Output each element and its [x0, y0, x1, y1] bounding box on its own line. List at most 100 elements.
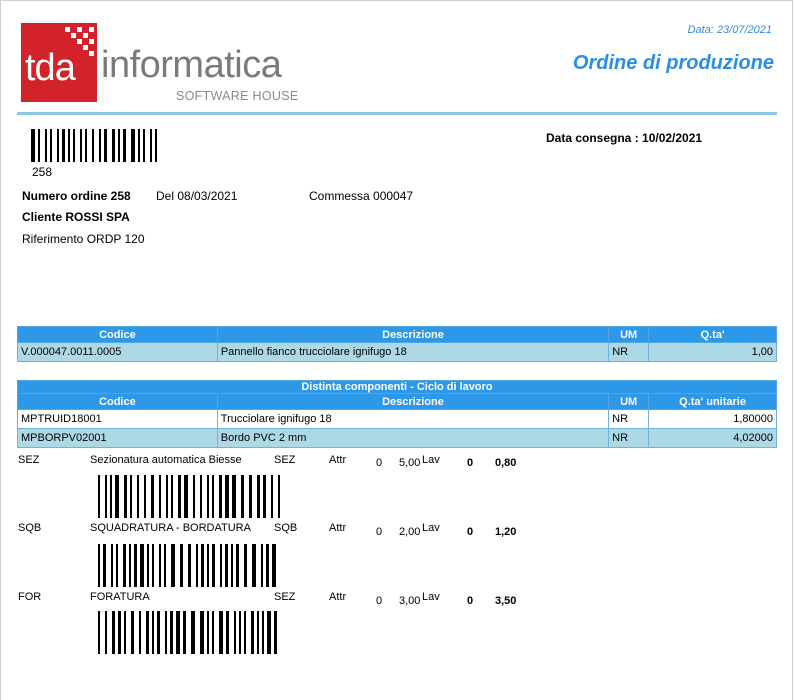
barcode-bar	[38, 129, 40, 162]
barcode-bar	[147, 544, 149, 587]
barcode-bar	[123, 129, 126, 162]
barcode-bar	[143, 129, 145, 162]
barcode-bar	[98, 544, 100, 587]
logo-mark: tda	[25, 47, 76, 89]
cell-qta: 4,02000	[648, 428, 777, 448]
cell-codice: MPTRUID18001	[17, 409, 218, 429]
table-row: MPBORPV02001 Bordo PVC 2 mm NR 4,02000	[17, 428, 777, 448]
barcode-bar	[239, 611, 241, 654]
barcode-bar	[278, 475, 280, 518]
barcode-bar	[170, 611, 173, 654]
barcode-bar	[257, 611, 259, 654]
operation-barcode	[98, 611, 284, 654]
op-time: 2,00	[399, 526, 421, 538]
col-header-codice: Codice	[17, 326, 218, 343]
barcode-bar	[166, 475, 168, 518]
col-header-qta: Q.ta'	[648, 326, 777, 343]
customer: Cliente ROSSI SPA	[22, 210, 130, 224]
header-divider	[17, 112, 777, 115]
barcode-bar	[171, 475, 173, 518]
barcode-bar	[196, 544, 198, 587]
barcode-bar	[118, 611, 121, 654]
barcode-bar	[152, 611, 154, 654]
cell-um: NR	[608, 342, 650, 362]
barcode-bar	[152, 544, 154, 587]
col-header-um: UM	[608, 326, 650, 343]
barcode-bar	[80, 129, 82, 162]
barcode-bar	[130, 475, 132, 518]
op-lav-label: Lav	[422, 522, 440, 534]
barcode-bar	[116, 544, 118, 587]
barcode-bar	[118, 129, 120, 162]
barcode-bar	[111, 544, 113, 587]
barcode-bar	[261, 544, 263, 587]
barcode-bar	[226, 611, 229, 654]
op-description: Sezionatura automatica Biesse	[90, 454, 242, 466]
order-number: Numero ordine 258	[22, 189, 131, 203]
barcode-bar	[139, 611, 141, 654]
barcode-bar	[184, 475, 188, 518]
components-band-title: Distinta componenti - Ciclo di lavoro	[17, 380, 777, 394]
table-row: V.000047.0011.0005 Pannello fianco trucc…	[17, 342, 777, 362]
barcode-bar	[200, 611, 204, 654]
op-code: SQB	[18, 522, 42, 534]
document-title: Ordine di produzione	[572, 52, 774, 74]
barcode-bar	[262, 611, 264, 654]
barcode-bar	[176, 611, 180, 654]
barcode-bar	[212, 611, 214, 654]
barcode-bar	[112, 611, 115, 654]
barcode-bar	[123, 544, 126, 587]
barcode-bar	[124, 475, 127, 518]
product-table-header: Codice Descrizione UM Q.ta'	[17, 326, 777, 343]
barcode-bar	[98, 611, 100, 654]
cell-descrizione: Bordo PVC 2 mm	[216, 428, 610, 448]
barcode-bar	[180, 544, 183, 587]
barcode-bar	[178, 475, 181, 518]
barcode-bar	[155, 129, 157, 162]
barcode-bar	[146, 611, 149, 654]
operation-barcode	[98, 544, 284, 587]
barcode-bar	[112, 129, 115, 162]
barcode-bar	[92, 129, 94, 162]
barcode-bar	[110, 475, 112, 518]
barcode-bar	[219, 475, 222, 518]
op-lav-value: 0	[467, 595, 474, 607]
barcode-bar	[131, 129, 135, 162]
barcode-bar	[212, 475, 214, 518]
barcode-bar	[105, 611, 107, 654]
barcode-bar	[193, 475, 195, 518]
col-header-qta-unitarie: Q.ta' unitarie	[648, 393, 777, 410]
op-description: FORATURA	[90, 591, 150, 603]
barcode-bar	[50, 129, 52, 162]
op-attr-value: 0	[376, 457, 383, 469]
barcode-bar	[244, 611, 246, 654]
cell-codice: V.000047.0011.0005	[17, 342, 218, 362]
barcode-bar	[151, 475, 154, 518]
op-attr-label: Attr	[329, 454, 347, 466]
barcode-bar	[98, 475, 100, 518]
barcode-bar	[220, 544, 222, 587]
barcode-bar	[232, 475, 236, 518]
barcode-bar	[103, 544, 106, 587]
col-header-um: UM	[608, 393, 650, 410]
barcode-bar	[272, 544, 276, 587]
print-date: Data: 23/07/2021	[687, 24, 772, 36]
barcode-bar	[129, 544, 131, 587]
barcode-bar	[115, 475, 119, 518]
cell-descrizione: Pannello fianco trucciolare ignifugo 18	[216, 342, 610, 362]
op-time: 5,00	[399, 457, 421, 469]
logo-tagline: SOFTWARE HOUSE	[176, 89, 299, 103]
cell-codice: MPBORPV02001	[17, 428, 218, 448]
barcode-bar	[271, 475, 273, 518]
op-quantity: 0,80	[495, 457, 517, 469]
barcode-bar	[219, 611, 223, 654]
barcode-bar	[188, 544, 191, 587]
barcode-bar	[241, 475, 244, 518]
barcode-bar	[105, 475, 107, 518]
op-time: 3,00	[399, 595, 421, 607]
barcode-bar	[159, 475, 161, 518]
col-header-descrizione: Descrizione	[216, 326, 610, 343]
barcode-bar	[104, 129, 107, 162]
barcode-bar	[225, 475, 229, 518]
op-machine: SQB	[274, 522, 298, 534]
